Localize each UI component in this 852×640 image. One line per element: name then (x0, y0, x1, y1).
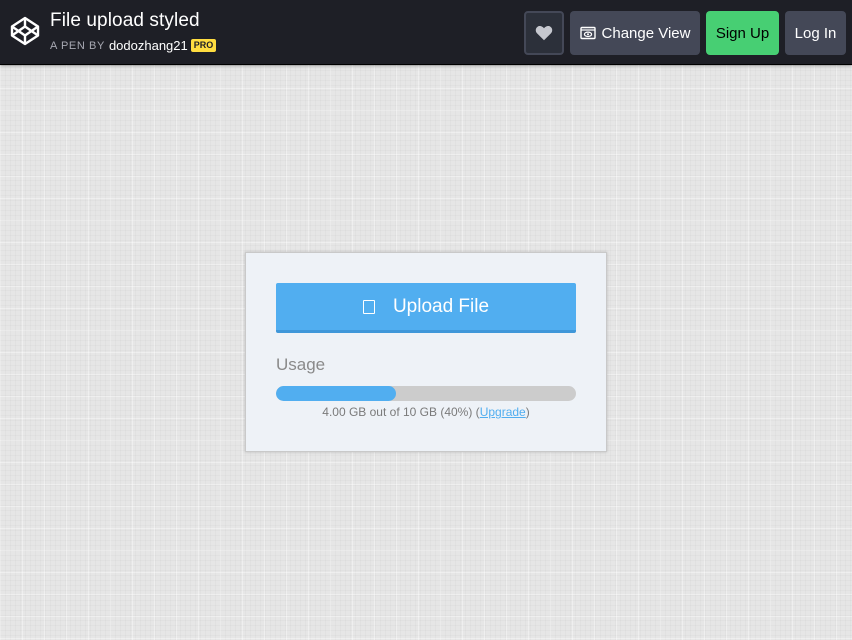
eye-icon (579, 26, 596, 40)
log-in-button[interactable]: Log In (785, 11, 846, 55)
codepen-logo-icon[interactable] (9, 15, 41, 47)
change-view-label: Change View (601, 24, 691, 42)
usage-progress-fill (276, 386, 396, 401)
heart-button[interactable] (524, 11, 564, 55)
header-bar: File upload styled A PEN BY dodozhang21 … (0, 0, 852, 65)
usage-progress-bar (276, 386, 576, 401)
usage-label: Usage (276, 355, 326, 374)
upload-card: Upload File Usage 4.00 GB out of 10 GB (… (245, 252, 607, 452)
heart-icon (535, 26, 553, 41)
upload-file-label: Upload File (392, 295, 490, 317)
upload-file-button[interactable]: Upload File (276, 283, 576, 333)
pro-badge: PRO (190, 39, 217, 52)
sign-up-button[interactable]: Sign Up (706, 11, 779, 55)
change-view-button[interactable]: Change View (570, 11, 700, 55)
pen-title: File upload styled (50, 10, 200, 31)
usage-text: 4.00 GB out of 10 GB (40%) (Upgrade) (246, 405, 606, 419)
pen-byline: A PEN BY dodozhang21 PRO (50, 38, 217, 53)
upgrade-link[interactable]: Upgrade (480, 405, 526, 419)
byline-prefix: A PEN BY (50, 39, 105, 52)
file-icon (362, 299, 375, 314)
author-link[interactable]: dodozhang21 (109, 38, 188, 53)
usage-close: ) (525, 405, 530, 419)
usage-detail: 4.00 GB out of 10 GB (40%) ( (322, 405, 480, 419)
